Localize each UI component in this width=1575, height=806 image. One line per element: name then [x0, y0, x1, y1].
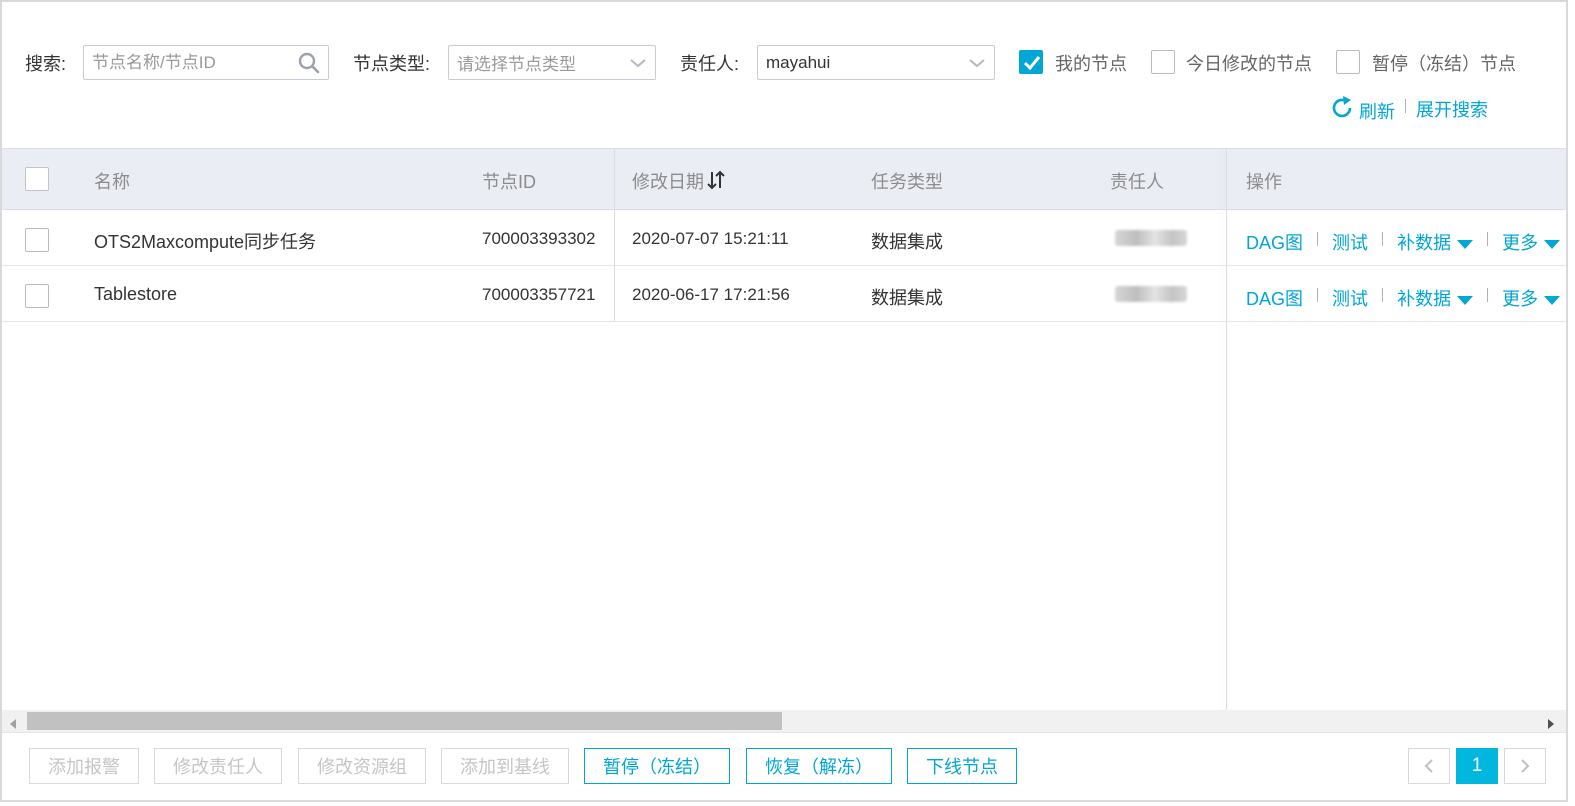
column-header-owner: 责任人: [1110, 172, 1164, 192]
column-header-task-type: 任务类型: [871, 172, 943, 192]
row-checkbox[interactable]: [25, 228, 49, 252]
backfill-link[interactable]: 补数据: [1397, 289, 1451, 309]
backfill-link[interactable]: 补数据: [1397, 233, 1451, 253]
task-type: 数据集成: [871, 232, 943, 252]
refresh-link[interactable]: 刷新: [1359, 98, 1395, 124]
divider: [1382, 288, 1384, 302]
modified-date: 2020-06-17 17:21:56: [632, 285, 790, 304]
offline-node-button[interactable]: 下线节点: [907, 748, 1017, 784]
search-icon[interactable]: [298, 52, 320, 74]
page-number-button[interactable]: 1: [1456, 748, 1498, 784]
change-resource-group-button[interactable]: 修改资源组: [298, 748, 426, 784]
node-type-label: 节点类型:: [353, 54, 431, 74]
chevron-down-icon: [629, 57, 647, 69]
resume-button[interactable]: 恢复（解冻）: [746, 748, 892, 784]
test-link[interactable]: 测试: [1332, 289, 1368, 309]
change-owner-button[interactable]: 修改责任人: [154, 748, 282, 784]
owner-select[interactable]: mayahui: [757, 45, 995, 80]
chevron-down-icon: [968, 57, 986, 69]
add-to-baseline-button[interactable]: 添加到基线: [441, 748, 569, 784]
owner-label: 责任人:: [680, 54, 740, 74]
next-page-button[interactable]: [1504, 748, 1546, 784]
owner-value: mayahui: [766, 52, 831, 72]
divider: [1317, 232, 1319, 246]
modified-today-checkbox[interactable]: [1151, 50, 1175, 74]
divider: [1382, 232, 1384, 246]
divider: [1317, 288, 1319, 302]
row-actions: DAG图 测试 补数据 更多: [1246, 229, 1561, 255]
footer-divider: [2, 732, 1566, 733]
sort-icon[interactable]: [707, 170, 725, 195]
scrollbar-thumb[interactable]: [27, 712, 782, 730]
row-checkbox[interactable]: [25, 284, 49, 308]
divider: [1487, 288, 1489, 302]
search-input[interactable]: [83, 45, 329, 80]
column-header-name: 名称: [94, 172, 130, 192]
dropdown-arrow-icon[interactable]: [1457, 295, 1474, 305]
column-header-node-id: 节点ID: [482, 172, 536, 192]
node-type-select[interactable]: 请选择节点类型: [448, 45, 656, 80]
select-all-checkbox[interactable]: [25, 167, 49, 191]
dag-link[interactable]: DAG图: [1246, 233, 1303, 253]
paused-nodes-label: 暂停（冻结）节点: [1372, 54, 1516, 74]
paused-nodes-checkbox[interactable]: [1336, 50, 1360, 74]
node-id: 700003393302: [482, 229, 596, 248]
modified-today-label: 今日修改的节点: [1186, 54, 1312, 74]
refresh-icon[interactable]: [1329, 95, 1355, 126]
node-name-link[interactable]: OTS2Maxcompute同步任务: [94, 228, 316, 254]
my-nodes-checkbox[interactable]: [1019, 50, 1043, 74]
more-link[interactable]: 更多: [1502, 233, 1538, 253]
dropdown-arrow-icon[interactable]: [1544, 295, 1561, 305]
search-label: 搜索:: [25, 54, 67, 74]
prev-page-button[interactable]: [1408, 748, 1450, 784]
column-header-modified[interactable]: 修改日期: [632, 168, 704, 194]
test-link[interactable]: 测试: [1332, 233, 1368, 253]
column-header-actions: 操作: [1246, 172, 1282, 192]
node-id: 700003357721: [482, 285, 596, 304]
node-type-placeholder: 请选择节点类型: [457, 55, 576, 74]
owner-name-redacted: [1115, 286, 1187, 302]
dropdown-arrow-icon[interactable]: [1457, 239, 1474, 249]
chevron-left-icon: [1424, 759, 1433, 773]
pause-button[interactable]: 暂停（冻结）: [584, 748, 730, 784]
task-type: 数据集成: [871, 288, 943, 308]
expand-search-link[interactable]: 展开搜索: [1416, 96, 1488, 122]
modified-date: 2020-07-07 15:21:11: [632, 229, 789, 248]
dag-link[interactable]: DAG图: [1246, 289, 1303, 309]
divider: [1487, 232, 1489, 246]
search-input-field[interactable]: [92, 52, 298, 73]
node-name-link[interactable]: Tablestore: [94, 284, 177, 305]
checkmark-icon: [1023, 56, 1041, 71]
divider: [1405, 99, 1406, 113]
my-nodes-label: 我的节点: [1055, 54, 1127, 74]
chevron-right-icon: [1521, 759, 1530, 773]
row-actions: DAG图 测试 补数据 更多: [1246, 285, 1561, 311]
owner-name-redacted: [1115, 230, 1187, 246]
more-link[interactable]: 更多: [1502, 289, 1538, 309]
add-alert-button[interactable]: 添加报警: [29, 748, 139, 784]
horizontal-scrollbar[interactable]: [2, 710, 1566, 732]
table-header: [2, 148, 1566, 210]
dropdown-arrow-icon[interactable]: [1544, 239, 1561, 249]
